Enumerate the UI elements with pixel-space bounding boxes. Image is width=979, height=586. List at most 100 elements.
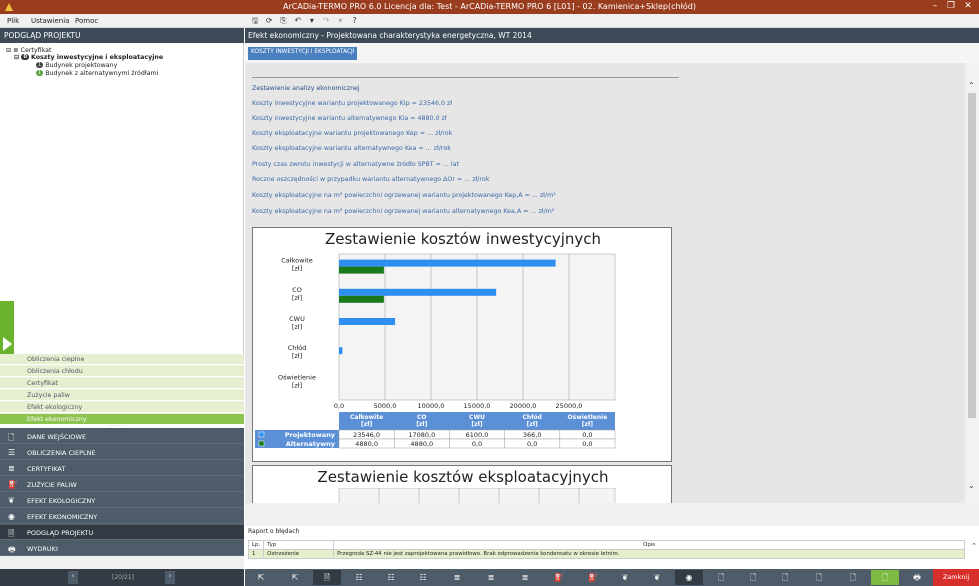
analysis-line: Koszty inwestycyjne wariantu projektowan… (252, 100, 453, 107)
menu-help[interactable]: Pomoc (75, 17, 98, 25)
nav-prints[interactable]: 🖶 WYDRUKI (0, 541, 244, 556)
list-icon[interactable]: ≣ (477, 570, 505, 585)
menu-file[interactable]: Plik (7, 17, 19, 25)
table-header-cell: CWU (469, 414, 485, 421)
x-tick-label: 10000,0 (418, 402, 445, 410)
nav-fuel[interactable]: ⛽ ZUŻYCIE PALIW (0, 477, 244, 492)
error-table: Lp. Typ Opis 1 Ostrzeżenie Przegroda SZ-… (247, 540, 965, 559)
cell: Ostrzeżenie (263, 549, 335, 559)
dropdown-icon[interactable]: ▾ (334, 16, 346, 25)
chart2-title: Zestawienie kosztów eksploatacyjnych (317, 468, 609, 486)
subnav-item[interactable]: Zużycie paliw (0, 390, 244, 401)
coin-icon[interactable]: ◉ (675, 570, 703, 585)
tree-node-costs[interactable]: ⊟ 0 Koszty inwestycyjne i eksploatacyjne (14, 54, 163, 61)
table-icon[interactable]: ☷ (409, 570, 437, 585)
close-window-icon[interactable]: ✕ (961, 1, 975, 11)
x-tick-label: 5000,0 (374, 402, 397, 410)
document-icon[interactable]: 🗎 (313, 570, 341, 585)
scroll-down-icon[interactable]: ⌄ (968, 481, 975, 490)
prev-page-button[interactable]: ‹ (68, 571, 78, 584)
table-icon[interactable]: ☷ (345, 570, 373, 585)
category-label: [zł] (292, 323, 302, 331)
page-icon[interactable]: 🗋 (805, 570, 833, 585)
bar-alternatywny (339, 295, 384, 303)
x-tick-label: 0,0 (334, 402, 344, 410)
help-icon[interactable]: ? (349, 16, 361, 25)
sub-navigation: Obliczenia cieplne Obliczenia chłodu Cer… (0, 354, 244, 425)
tab-row: KOSZTY INWESTYCJI I EKSPLOATACJI (245, 43, 979, 63)
fuel-icon[interactable]: ⛽ (545, 570, 573, 585)
window-title: ArCADia-TERMO PRO 6.0 Licencja dla: Test… (283, 2, 696, 11)
legend-swatch (258, 440, 265, 447)
subnav-item[interactable]: Efekt ekologiczny (0, 402, 244, 413)
page-icon[interactable]: 🗋 (739, 570, 767, 585)
leaf-icon[interactable]: ❦ (611, 570, 639, 585)
table-row[interactable]: 1 Ostrzeżenie Przegroda SZ-44 nie jest z… (247, 549, 965, 559)
nav-certificate[interactable]: ≣ CERTYFIKAT (0, 461, 244, 476)
page-icon[interactable]: 🗋 (839, 570, 867, 585)
export-icon[interactable]: ⇱ (281, 570, 309, 585)
title-bar: ArCADia-TERMO PRO 6.0 Licencja dla: Test… (0, 0, 979, 14)
tab-investment-costs[interactable]: KOSZTY INWESTYCJI I EKSPLOATACJI (248, 47, 358, 60)
nav-preview[interactable]: 🗎 PODGLĄD PROJEKTU (0, 525, 244, 540)
redo-icon[interactable]: ↷ (320, 16, 332, 25)
copy-icon[interactable]: ⎘ (277, 16, 289, 26)
content-spacer (245, 503, 979, 526)
table-icon[interactable]: ☷ (377, 570, 405, 585)
table-cell: 4880,0 (355, 440, 378, 448)
category-label: [zł] (292, 265, 302, 273)
category-label: Chłód (288, 344, 307, 352)
undo-icon[interactable]: ↶ (292, 16, 304, 25)
vertical-scrollbar[interactable]: ⌃ ⌄ (965, 63, 979, 503)
left-spacer (0, 556, 244, 569)
nav-input-data[interactable]: 🗋 DANE WEJŚCIOWE (0, 429, 244, 444)
scroll-thumb[interactable] (968, 93, 976, 418)
printer-icon[interactable]: 🖶 (903, 570, 931, 585)
report-scroll-icon[interactable]: ⌃ (971, 542, 977, 550)
dropdown-icon[interactable]: ▾ (306, 16, 318, 25)
tree-node-designed[interactable]: 1 Budynek projektowany (36, 62, 117, 69)
save-icon[interactable]: 🖫 (249, 15, 261, 29)
series-label: Projektowany (285, 431, 336, 439)
subnav-item[interactable]: Certyfikat (0, 378, 244, 389)
table-cell: 366,0 (523, 431, 542, 439)
subnav-item[interactable]: Obliczenia cieplne (0, 354, 244, 365)
refresh-icon[interactable]: ⟳ (263, 16, 275, 25)
category-label: [zł] (292, 381, 302, 389)
table-cell: 4880,0 (410, 440, 433, 448)
list-icon[interactable]: ≣ (443, 570, 471, 585)
next-page-button[interactable]: › (165, 571, 175, 584)
investment-cost-chart: Zestawienie kosztów inwestycyjnych 0,0 50… (252, 227, 672, 462)
scroll-up-icon[interactable]: ⌃ (968, 81, 975, 90)
export-icon[interactable]: ⇱ (247, 570, 275, 585)
close-button[interactable]: Zamknij (933, 569, 979, 586)
minimize-icon[interactable]: – (928, 1, 942, 11)
main-navigation: 🗋 DANE WEJŚCIOWE ☰ OBLICZENIA CIEPLNE ≣ CER… (0, 428, 244, 556)
table-header-cell: Całkowite (350, 414, 383, 421)
table-cell: 17080,0 (408, 431, 435, 439)
page-icon[interactable]: 🗋 (707, 570, 735, 585)
tree-node-certificate[interactable]: ⊟ ≣ Certyfikat (6, 47, 51, 54)
tree-node-alternative[interactable]: 1 Budynek z alternatywnymi źródłami (36, 70, 158, 77)
fuel-icon[interactable]: ⛽ (579, 570, 607, 585)
page-icon[interactable]: 🗋 (771, 570, 799, 585)
preview-content: Zestawienie analizy ekonomicznej Koszty … (245, 63, 965, 503)
legend-swatch (258, 431, 265, 438)
table-header-cell: [zł] (582, 421, 593, 428)
category-label: CO (292, 286, 302, 294)
x-tick-label: 15000,0 (464, 402, 491, 410)
menu-settings[interactable]: Ustawienia (31, 17, 69, 25)
preview-icon[interactable]: 🗋 (871, 570, 899, 585)
divider (252, 77, 679, 78)
subnav-item[interactable]: Obliczenia chłodu (0, 366, 244, 377)
analysis-line: Koszty eksploatacyjne wariantu alternaty… (252, 145, 451, 152)
nav-ecology[interactable]: ❦ EFEKT EKOLOGICZNY (0, 493, 244, 508)
page-indicator: [20/21] (112, 574, 134, 581)
maximize-icon[interactable]: ❐ (944, 1, 958, 11)
list-icon: ☰ (8, 448, 16, 457)
nav-economy[interactable]: ◉ EFEKT EKONOMICZNY (0, 509, 244, 524)
leaf-icon[interactable]: ❦ (643, 570, 671, 585)
quick-toolbar: 🖫 ⟳ ⎘ ↶ ▾ ↷ ▾ ? (249, 15, 361, 27)
nav-heat-calc[interactable]: ☰ OBLICZENIA CIEPLNE (0, 445, 244, 460)
list-icon[interactable]: ≣ (511, 570, 539, 585)
